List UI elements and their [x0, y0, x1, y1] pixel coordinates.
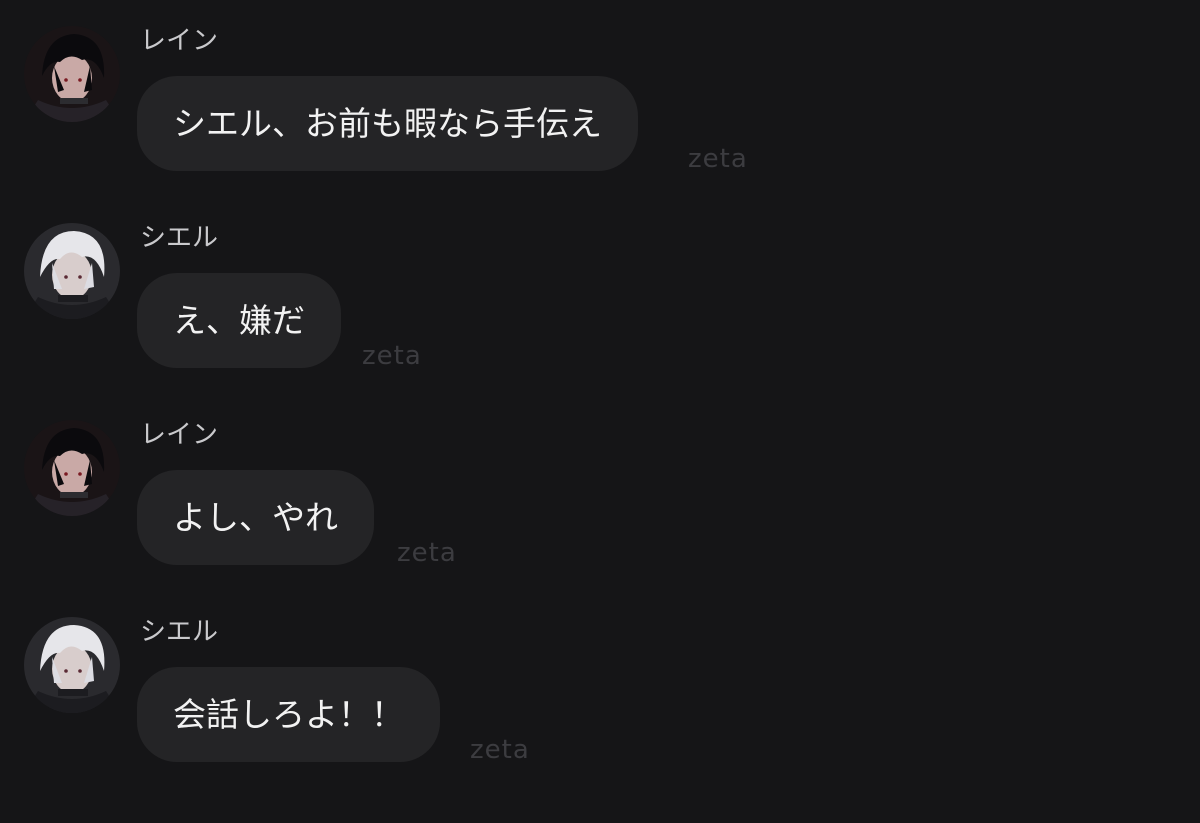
sender-name: レイン — [140, 26, 219, 56]
sender-name: シエル — [140, 223, 219, 253]
sender-name: シエル — [140, 617, 219, 647]
sender-name: レイン — [140, 420, 219, 450]
avatar-ciel[interactable] — [24, 617, 120, 713]
avatar-rain[interactable] — [24, 420, 120, 516]
rain-avatar-icon — [24, 26, 120, 122]
rain-avatar-icon — [24, 420, 120, 516]
avatar-rain[interactable] — [24, 26, 120, 122]
avatar-ciel[interactable] — [24, 223, 120, 319]
message-bubble[interactable]: 会話しろよ！！ — [137, 667, 440, 762]
watermark: zeta — [362, 341, 422, 371]
watermark: zeta — [397, 538, 457, 568]
chat-log: レイン シエル、お前も暇なら手伝え zeta シエル え、嫌だ zeta レイン… — [0, 0, 1200, 823]
message-bubble[interactable]: シエル、お前も暇なら手伝え — [137, 76, 638, 171]
message-bubble[interactable]: よし、やれ — [137, 470, 374, 565]
ciel-avatar-icon — [24, 223, 120, 319]
watermark: zeta — [470, 735, 530, 765]
ciel-avatar-icon — [24, 617, 120, 713]
message-bubble[interactable]: え、嫌だ — [137, 273, 341, 368]
watermark: zeta — [688, 144, 748, 174]
